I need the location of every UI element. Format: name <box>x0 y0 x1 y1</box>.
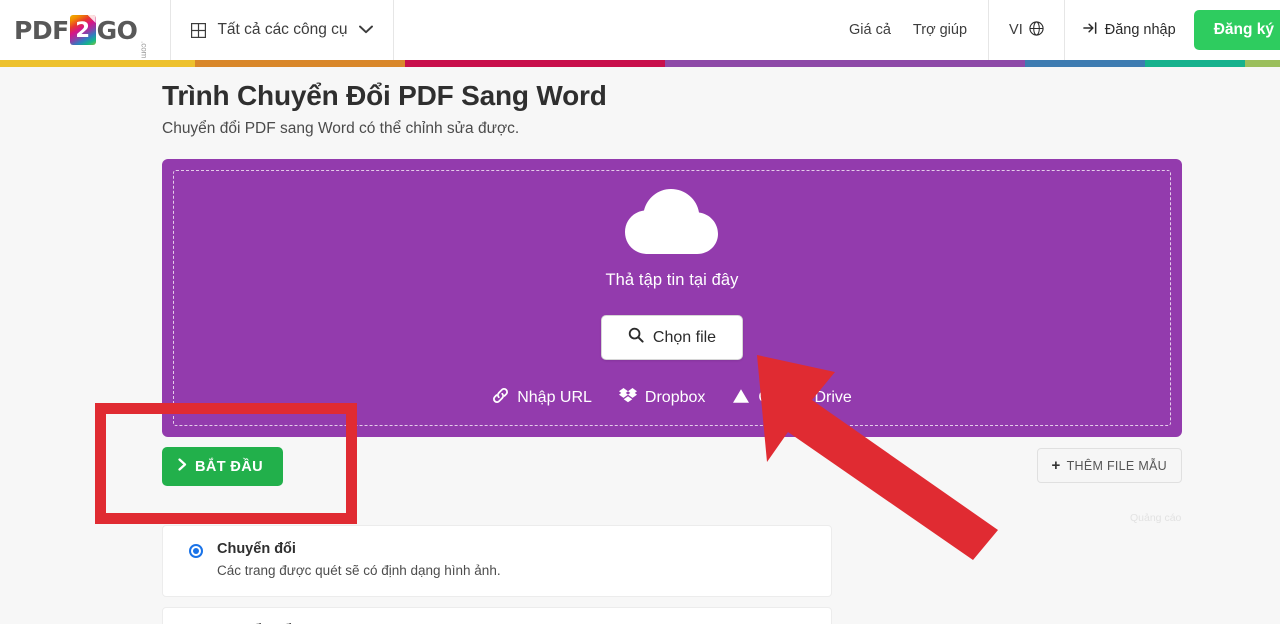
login-button[interactable]: Đăng nhập <box>1065 21 1194 39</box>
upload-sources: Nhập URL Dropbox Google Drive <box>492 387 852 409</box>
page-subtitle: Chuyển đổi PDF sang Word có thể chỉnh sử… <box>162 120 520 137</box>
choose-file-button[interactable]: Chọn file <box>600 315 744 360</box>
login-arrow-icon <box>1082 21 1098 39</box>
source-url[interactable]: Nhập URL <box>492 387 592 409</box>
page-root: PDF 2 GO .com Tất cả các công cụ Giá cả … <box>0 0 1280 624</box>
option-convert-title: Chuyển đổi <box>217 541 296 557</box>
color-stripe <box>0 60 1280 67</box>
link-icon <box>492 387 509 409</box>
source-google-drive[interactable]: Google Drive <box>732 388 852 409</box>
nav-link-help[interactable]: Trợ giúp <box>902 22 978 38</box>
file-dropzone[interactable]: Thả tập tin tại đây Chọn file Nhập URL D… <box>162 159 1182 437</box>
site-logo[interactable]: PDF 2 GO .com <box>0 0 170 60</box>
logo-tld: .com <box>139 40 149 58</box>
login-label: Đăng nhập <box>1104 22 1176 38</box>
header-left-group: PDF 2 GO .com Tất cả các công cụ <box>0 0 394 60</box>
stripe-segment-4 <box>1025 60 1145 67</box>
logo-square-text: 2 <box>75 17 90 42</box>
choose-file-label: Chọn file <box>652 328 717 346</box>
logo-colored-square: 2 <box>69 15 96 45</box>
option-convert[interactable]: Chuyển đổi Các trang được quét sẽ có địn… <box>162 525 832 598</box>
stripe-segment-2 <box>405 60 665 67</box>
dropzone-content: Thả tập tin tại đây Chọn file Nhập URL D… <box>162 159 1182 437</box>
all-tools-label: Tất cả các công cụ <box>217 21 348 38</box>
plus-icon: + <box>1051 457 1061 474</box>
add-sample-file-button[interactable]: + THÊM FILE MẪU <box>1036 448 1182 483</box>
add-sample-file-label: THÊM FILE MẪU <box>1066 458 1167 473</box>
dropbox-icon <box>618 387 637 409</box>
globe-icon <box>1029 20 1044 40</box>
source-google-drive-label: Google Drive <box>758 389 852 406</box>
search-icon <box>628 327 644 348</box>
stripe-segment-1 <box>195 60 405 67</box>
stripe-segment-0 <box>0 60 195 67</box>
conversion-options: Chuyển đổi Các trang được quét sẽ có địn… <box>162 525 832 624</box>
header-divider-right <box>392 0 394 60</box>
language-selector[interactable]: VI <box>989 0 1064 60</box>
drop-files-label: Thả tập tin tại đây <box>605 271 739 289</box>
all-tools-menu[interactable]: Tất cả các công cụ <box>171 0 392 60</box>
option-convert-ocr[interactable]: Chuyển đổi với OCR Các trang được quét s… <box>162 607 832 624</box>
signup-button[interactable]: Đăng ký <box>1193 10 1280 50</box>
cloud-upload-icon <box>622 184 722 265</box>
source-url-label: Nhập URL <box>517 389 592 406</box>
grid-icon <box>191 22 207 38</box>
site-header: PDF 2 GO .com Tất cả các công cụ Giá cả … <box>0 0 1280 60</box>
option-convert-description: Các trang được quét sẽ có định dạng hình… <box>217 563 501 578</box>
stripe-segment-6 <box>1245 60 1280 67</box>
option-convert-body: Chuyển đổi Các trang được quét sẽ có địn… <box>217 541 815 580</box>
nav-link-pricing[interactable]: Giá cả <box>838 22 902 38</box>
page-title: Trình Chuyển Đổi PDF Sang Word <box>162 80 607 111</box>
google-drive-icon <box>732 388 750 409</box>
start-button-label: BẮT ĐẦU <box>195 458 264 475</box>
chevron-right-icon <box>178 458 187 475</box>
chevron-down-icon <box>358 21 373 39</box>
ad-label: Quảng cáo <box>1130 512 1182 524</box>
stripe-segment-5 <box>1145 60 1245 67</box>
language-label: VI <box>1009 22 1023 38</box>
stripe-segment-3 <box>665 60 1025 67</box>
logo-text-go: GO <box>96 15 138 45</box>
header-right-group: Giá cả Trợ giúp VI Đăng nhập Đăng ký <box>838 0 1280 60</box>
logo-text-pdf: PDF <box>14 15 69 45</box>
source-dropbox[interactable]: Dropbox <box>618 387 706 409</box>
radio-convert[interactable] <box>189 544 203 558</box>
source-dropbox-label: Dropbox <box>644 389 706 406</box>
start-button[interactable]: BẮT ĐẦU <box>162 447 284 486</box>
